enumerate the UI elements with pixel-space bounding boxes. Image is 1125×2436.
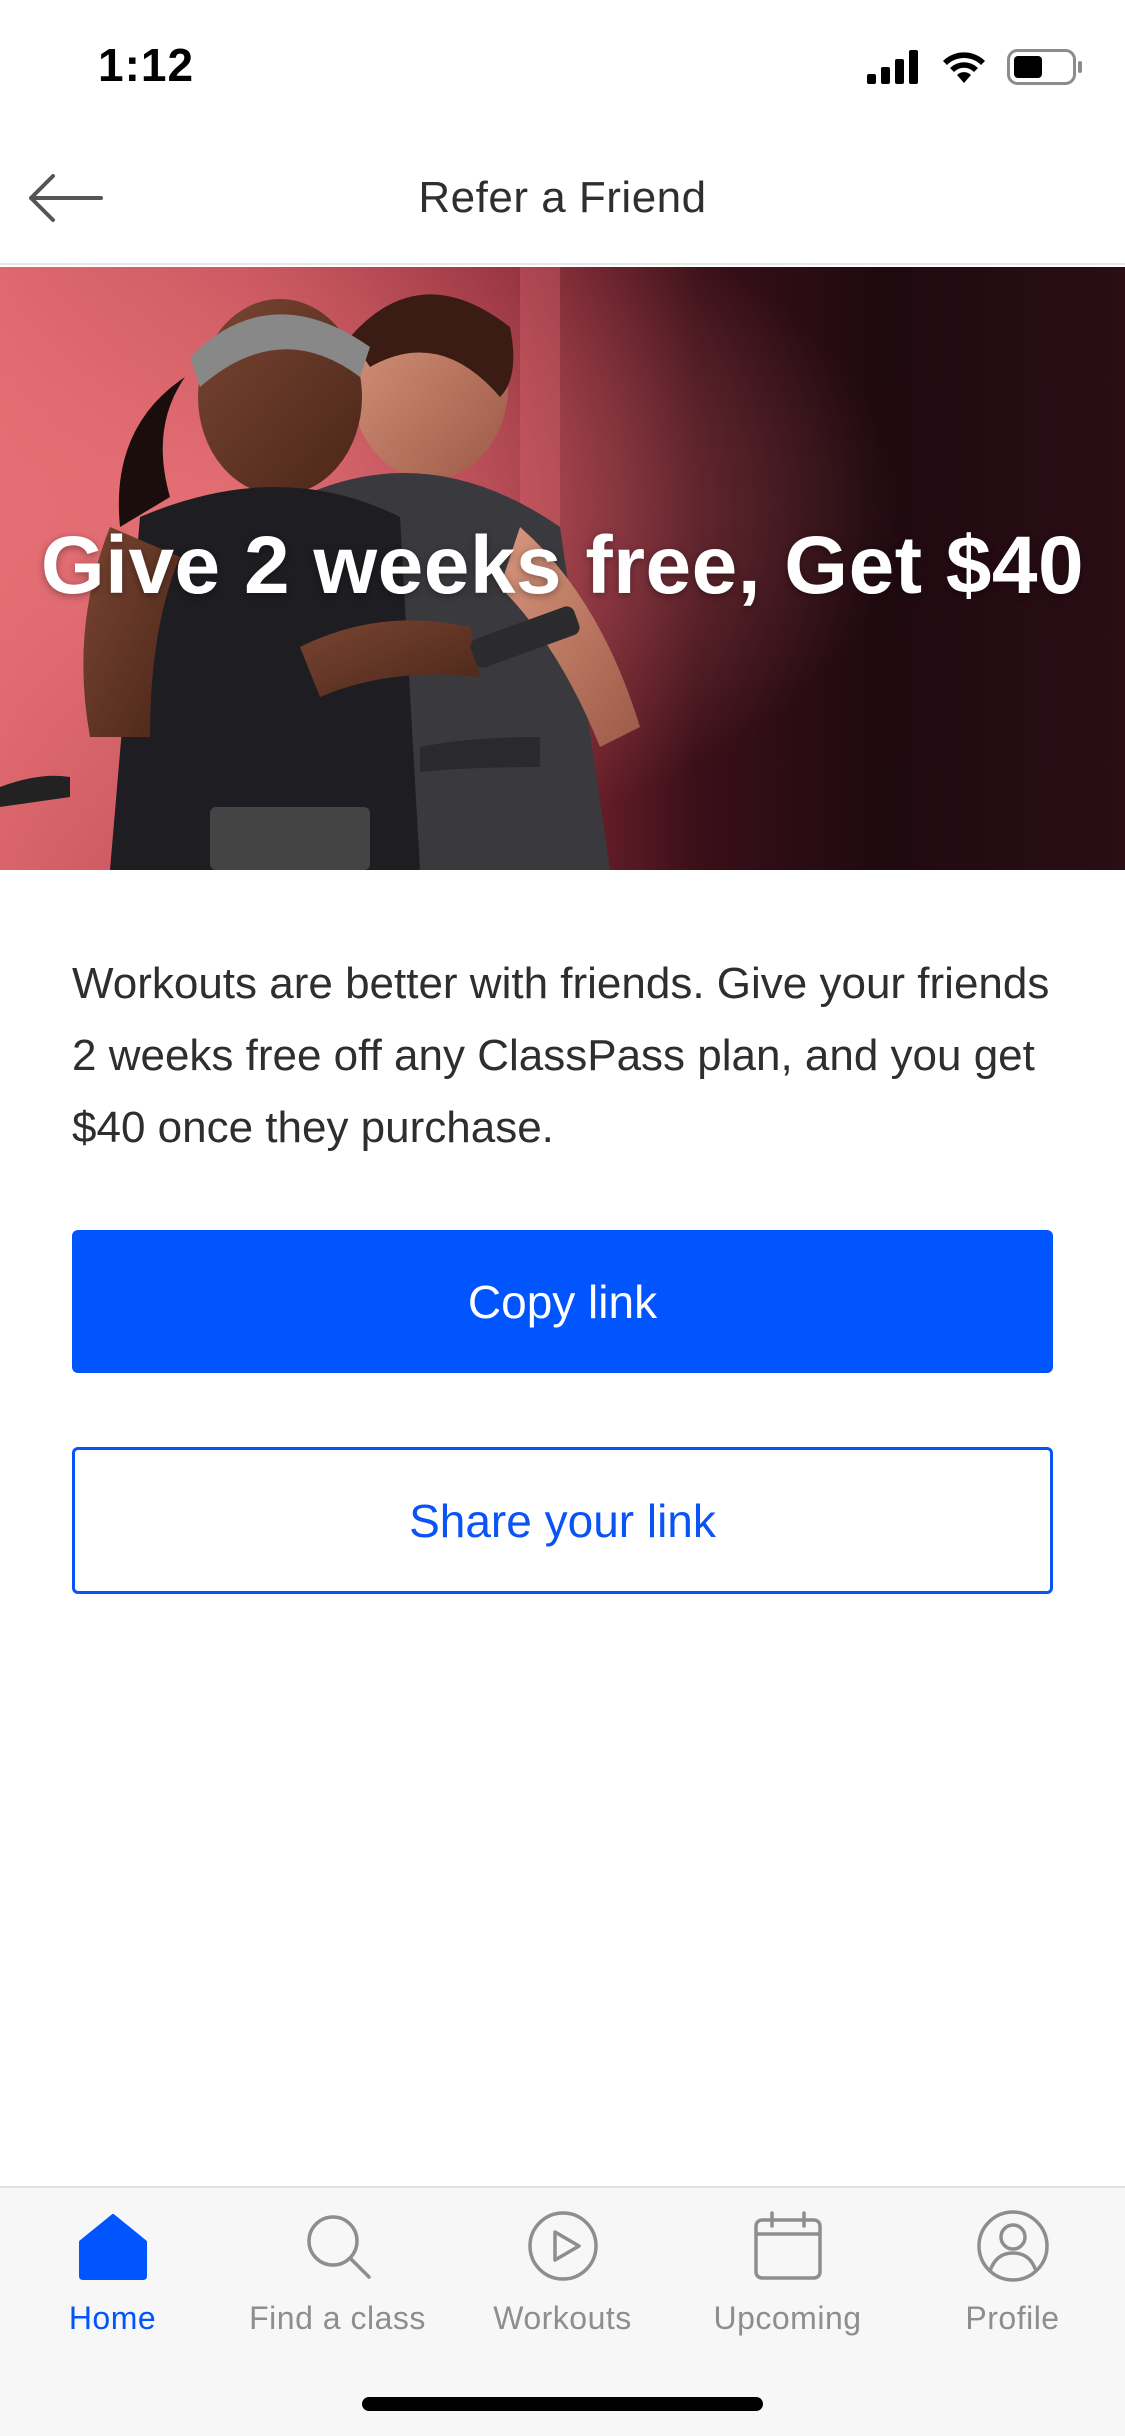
tab-find-a-class-label: Find a class: [249, 2300, 426, 2336]
tab-profile[interactable]: Profile: [900, 2206, 1125, 2356]
tab-home[interactable]: Home: [0, 2206, 225, 2356]
tab-upcoming[interactable]: Upcoming: [675, 2206, 900, 2356]
tab-profile-label: Profile: [965, 2300, 1060, 2336]
tab-find-a-class[interactable]: Find a class: [225, 2206, 450, 2356]
share-link-button[interactable]: Share your link: [72, 1447, 1053, 1594]
referral-description: Workouts are better with friends. Give y…: [72, 959, 1050, 1152]
page-title: Refer a Friend: [418, 173, 707, 222]
wifi-icon: [941, 50, 987, 89]
search-icon: [298, 2206, 378, 2286]
navigation-bar: Refer a Friend: [0, 135, 1125, 265]
status-icons: [867, 48, 1083, 90]
tab-workouts[interactable]: Workouts: [450, 2206, 675, 2356]
home-indicator: [362, 2397, 763, 2411]
refer-a-friend-screen: 1:12 Refer a Friend Give 2 weeks free, G…: [0, 0, 1125, 2436]
hero-banner: Give 2 weeks free, Get $40: [0, 267, 1125, 870]
cellular-signal-icon: [867, 49, 921, 89]
tab-workouts-label: Workouts: [493, 2300, 632, 2336]
battery-icon: [1007, 48, 1083, 90]
play-icon: [523, 2206, 603, 2286]
profile-icon: [973, 2206, 1053, 2286]
tab-upcoming-label: Upcoming: [713, 2300, 862, 2336]
status-time: 1:12: [98, 39, 195, 91]
home-icon: [73, 2206, 153, 2286]
calendar-icon: [748, 2206, 828, 2286]
copy-link-button[interactable]: Copy link: [72, 1230, 1053, 1373]
status-bar: 1:12: [0, 0, 1125, 135]
tab-home-label: Home: [68, 2300, 157, 2336]
hero-headline: Give 2 weeks free, Get $40: [40, 520, 1085, 611]
